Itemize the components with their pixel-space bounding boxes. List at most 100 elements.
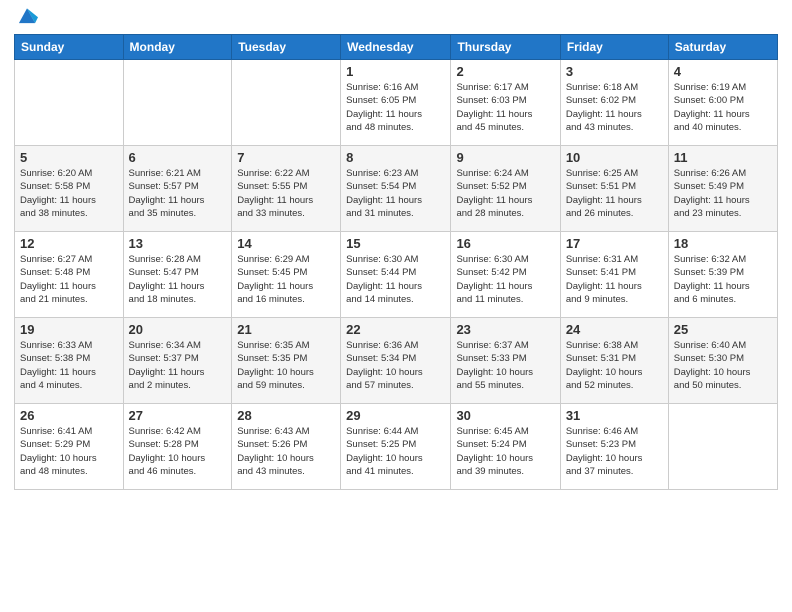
day-number: 31	[566, 408, 663, 423]
calendar-cell: 25 Sunrise: 6:40 AM Sunset: 5:30 PM Dayli…	[668, 318, 777, 404]
day-info: Sunrise: 6:21 AM Sunset: 5:57 PM Dayligh…	[129, 167, 227, 220]
day-number: 6	[129, 150, 227, 165]
day-info: Sunrise: 6:16 AM Sunset: 6:05 PM Dayligh…	[346, 81, 445, 134]
calendar-week-row: 19Sunrise: 6:33 AM Sunset: 5:38 PM Dayli…	[15, 318, 778, 404]
day-info: Sunrise: 6:40 AM Sunset: 5:30 PM Dayligh…	[674, 339, 772, 392]
logo	[14, 14, 38, 26]
day-info: Sunrise: 6:38 AM Sunset: 5:31 PM Dayligh…	[566, 339, 663, 392]
calendar-cell: 1 Sunrise: 6:16 AM Sunset: 6:05 PM Daylig…	[341, 60, 451, 146]
calendar-header-sunday: Sunday	[15, 35, 124, 60]
day-info: Sunrise: 6:24 AM Sunset: 5:52 PM Dayligh…	[456, 167, 554, 220]
day-info: Sunrise: 6:42 AM Sunset: 5:28 PM Dayligh…	[129, 425, 227, 478]
calendar-cell	[668, 404, 777, 490]
calendar-cell: 7 Sunrise: 6:22 AM Sunset: 5:55 PM Daylig…	[232, 146, 341, 232]
calendar-cell: 12 Sunrise: 6:27 AM Sunset: 5:48 PM Dayli…	[15, 232, 124, 318]
day-number: 1	[346, 64, 445, 79]
day-number: 16	[456, 236, 554, 251]
day-info: Sunrise: 6:41 AM Sunset: 5:29 PM Dayligh…	[20, 425, 118, 478]
day-info: Sunrise: 6:17 AM Sunset: 6:03 PM Dayligh…	[456, 81, 554, 134]
calendar-week-row: 1 Sunrise: 6:16 AM Sunset: 6:05 PM Daylig…	[15, 60, 778, 146]
day-number: 12	[20, 236, 118, 251]
day-number: 13	[129, 236, 227, 251]
day-number: 23	[456, 322, 554, 337]
day-number: 9	[456, 150, 554, 165]
calendar-header-thursday: Thursday	[451, 35, 560, 60]
day-number: 29	[346, 408, 445, 423]
day-info: Sunrise: 6:27 AM Sunset: 5:48 PM Dayligh…	[20, 253, 118, 306]
calendar-table: SundayMondayTuesdayWednesdayThursdayFrid…	[14, 34, 778, 490]
calendar-cell	[232, 60, 341, 146]
day-info: Sunrise: 6:45 AM Sunset: 5:24 PM Dayligh…	[456, 425, 554, 478]
calendar-cell: 3 Sunrise: 6:18 AM Sunset: 6:02 PM Daylig…	[560, 60, 668, 146]
day-info: Sunrise: 6:34 AM Sunset: 5:37 PM Dayligh…	[129, 339, 227, 392]
calendar-cell: 15Sunrise: 6:30 AM Sunset: 5:44 PM Dayli…	[341, 232, 451, 318]
calendar-cell: 5 Sunrise: 6:20 AM Sunset: 5:58 PM Daylig…	[15, 146, 124, 232]
calendar-cell: 31 Sunrise: 6:46 AM Sunset: 5:23 PM Dayli…	[560, 404, 668, 490]
calendar-cell: 30Sunrise: 6:45 AM Sunset: 5:24 PM Dayli…	[451, 404, 560, 490]
day-number: 5	[20, 150, 118, 165]
calendar-week-row: 12 Sunrise: 6:27 AM Sunset: 5:48 PM Dayli…	[15, 232, 778, 318]
day-number: 24	[566, 322, 663, 337]
header	[14, 10, 778, 26]
day-number: 27	[129, 408, 227, 423]
day-info: Sunrise: 6:37 AM Sunset: 5:33 PM Dayligh…	[456, 339, 554, 392]
calendar-cell	[123, 60, 232, 146]
day-number: 11	[674, 150, 772, 165]
day-info: Sunrise: 6:18 AM Sunset: 6:02 PM Dayligh…	[566, 81, 663, 134]
calendar-cell: 21 Sunrise: 6:35 AM Sunset: 5:35 PM Dayli…	[232, 318, 341, 404]
day-info: Sunrise: 6:43 AM Sunset: 5:26 PM Dayligh…	[237, 425, 335, 478]
calendar-cell: 13 Sunrise: 6:28 AM Sunset: 5:47 PM Dayli…	[123, 232, 232, 318]
day-info: Sunrise: 6:22 AM Sunset: 5:55 PM Dayligh…	[237, 167, 335, 220]
day-info: Sunrise: 6:30 AM Sunset: 5:44 PM Dayligh…	[346, 253, 445, 306]
calendar-header-saturday: Saturday	[668, 35, 777, 60]
day-number: 25	[674, 322, 772, 337]
calendar-cell: 29 Sunrise: 6:44 AM Sunset: 5:25 PM Dayli…	[341, 404, 451, 490]
day-number: 18	[674, 236, 772, 251]
calendar-header-tuesday: Tuesday	[232, 35, 341, 60]
day-info: Sunrise: 6:19 AM Sunset: 6:00 PM Dayligh…	[674, 81, 772, 134]
day-number: 3	[566, 64, 663, 79]
calendar-cell: 19Sunrise: 6:33 AM Sunset: 5:38 PM Dayli…	[15, 318, 124, 404]
calendar-cell: 6 Sunrise: 6:21 AM Sunset: 5:57 PM Daylig…	[123, 146, 232, 232]
calendar-cell: 26Sunrise: 6:41 AM Sunset: 5:29 PM Dayli…	[15, 404, 124, 490]
day-info: Sunrise: 6:26 AM Sunset: 5:49 PM Dayligh…	[674, 167, 772, 220]
calendar-cell: 2 Sunrise: 6:17 AM Sunset: 6:03 PM Daylig…	[451, 60, 560, 146]
day-info: Sunrise: 6:20 AM Sunset: 5:58 PM Dayligh…	[20, 167, 118, 220]
day-number: 21	[237, 322, 335, 337]
calendar-week-row: 26Sunrise: 6:41 AM Sunset: 5:29 PM Dayli…	[15, 404, 778, 490]
logo-icon	[16, 4, 38, 26]
calendar-header-row: SundayMondayTuesdayWednesdayThursdayFrid…	[15, 35, 778, 60]
calendar-week-row: 5 Sunrise: 6:20 AM Sunset: 5:58 PM Daylig…	[15, 146, 778, 232]
day-number: 28	[237, 408, 335, 423]
calendar-cell	[15, 60, 124, 146]
calendar-cell: 17Sunrise: 6:31 AM Sunset: 5:41 PM Dayli…	[560, 232, 668, 318]
day-info: Sunrise: 6:28 AM Sunset: 5:47 PM Dayligh…	[129, 253, 227, 306]
calendar-cell: 10 Sunrise: 6:25 AM Sunset: 5:51 PM Dayli…	[560, 146, 668, 232]
day-info: Sunrise: 6:29 AM Sunset: 5:45 PM Dayligh…	[237, 253, 335, 306]
calendar-cell: 18 Sunrise: 6:32 AM Sunset: 5:39 PM Dayli…	[668, 232, 777, 318]
day-info: Sunrise: 6:35 AM Sunset: 5:35 PM Dayligh…	[237, 339, 335, 392]
day-number: 10	[566, 150, 663, 165]
day-info: Sunrise: 6:30 AM Sunset: 5:42 PM Dayligh…	[456, 253, 554, 306]
day-info: Sunrise: 6:36 AM Sunset: 5:34 PM Dayligh…	[346, 339, 445, 392]
day-number: 8	[346, 150, 445, 165]
calendar-header-monday: Monday	[123, 35, 232, 60]
calendar-cell: 9 Sunrise: 6:24 AM Sunset: 5:52 PM Daylig…	[451, 146, 560, 232]
day-number: 7	[237, 150, 335, 165]
day-number: 19	[20, 322, 118, 337]
day-info: Sunrise: 6:44 AM Sunset: 5:25 PM Dayligh…	[346, 425, 445, 478]
day-info: Sunrise: 6:46 AM Sunset: 5:23 PM Dayligh…	[566, 425, 663, 478]
day-number: 2	[456, 64, 554, 79]
calendar-cell: 24 Sunrise: 6:38 AM Sunset: 5:31 PM Dayli…	[560, 318, 668, 404]
day-number: 4	[674, 64, 772, 79]
calendar-cell: 11 Sunrise: 6:26 AM Sunset: 5:49 PM Dayli…	[668, 146, 777, 232]
day-number: 22	[346, 322, 445, 337]
day-info: Sunrise: 6:31 AM Sunset: 5:41 PM Dayligh…	[566, 253, 663, 306]
calendar-cell: 16 Sunrise: 6:30 AM Sunset: 5:42 PM Dayli…	[451, 232, 560, 318]
calendar-cell: 14Sunrise: 6:29 AM Sunset: 5:45 PM Dayli…	[232, 232, 341, 318]
day-info: Sunrise: 6:32 AM Sunset: 5:39 PM Dayligh…	[674, 253, 772, 306]
calendar-header-friday: Friday	[560, 35, 668, 60]
day-info: Sunrise: 6:25 AM Sunset: 5:51 PM Dayligh…	[566, 167, 663, 220]
day-number: 20	[129, 322, 227, 337]
calendar-cell: 28 Sunrise: 6:43 AM Sunset: 5:26 PM Dayli…	[232, 404, 341, 490]
